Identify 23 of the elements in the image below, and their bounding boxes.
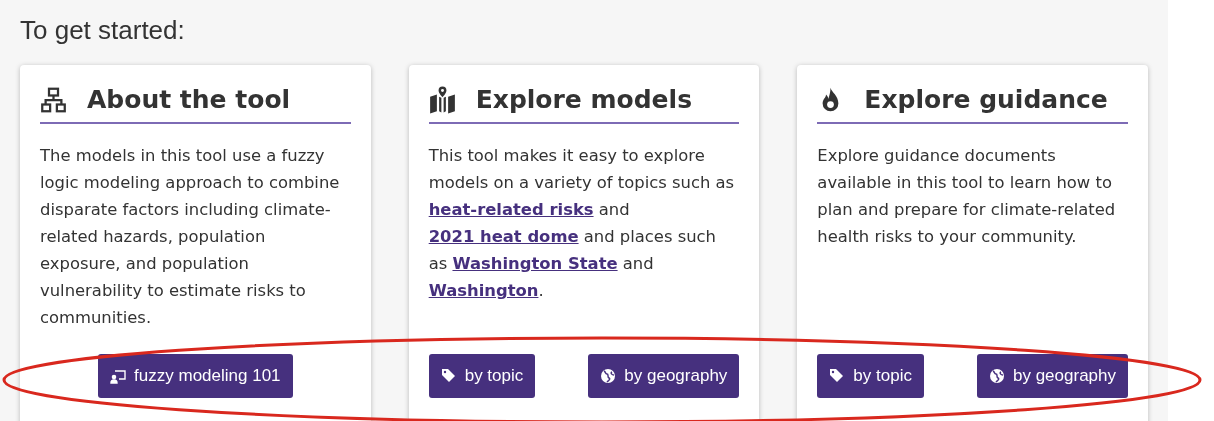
card-title: Explore guidance	[864, 85, 1108, 114]
card-description: Explore guidance documents available in this tool to learn how to plan and prepare for climate-related health risks to your community.	[817, 145, 1117, 248]
topic-link[interactable]: heat-related risks	[428, 200, 594, 219]
nav-button[interactable]: by topic	[428, 354, 536, 398]
card-description: This tool makes it easy to explore models on a variety of topics such as heat-related risks and 2021 heat dome and places such as Washington State and Washington.	[428, 145, 736, 302]
map-pin-icon	[428, 85, 456, 114]
nav-button[interactable]: by geography	[977, 354, 1128, 398]
network-icon	[40, 85, 67, 114]
topic-link[interactable]: Washington State	[452, 254, 618, 273]
topic-link[interactable]: 2021 heat dome	[428, 227, 579, 246]
presenter-icon	[110, 368, 127, 384]
tag-icon	[829, 368, 846, 384]
nav-button[interactable]: by geography	[588, 354, 740, 398]
card-description: The models in this tool use a fuzzy logic modeling approach to combine disparate factors including climate-related hazards, population exposure, and population vulnerability to estimate risks to communities.	[40, 145, 341, 329]
globe-icon	[989, 368, 1005, 384]
card-title: Explore models	[475, 85, 693, 114]
section-heading: To get started:	[20, 14, 185, 46]
nav-button[interactable]: fuzzy modeling 101	[98, 354, 293, 398]
tag-icon	[440, 368, 457, 384]
nav-button[interactable]: by topic	[817, 354, 924, 398]
topic-link[interactable]: Washington	[428, 281, 539, 300]
globe-icon	[600, 368, 617, 384]
card-title: About the tool	[87, 85, 291, 114]
